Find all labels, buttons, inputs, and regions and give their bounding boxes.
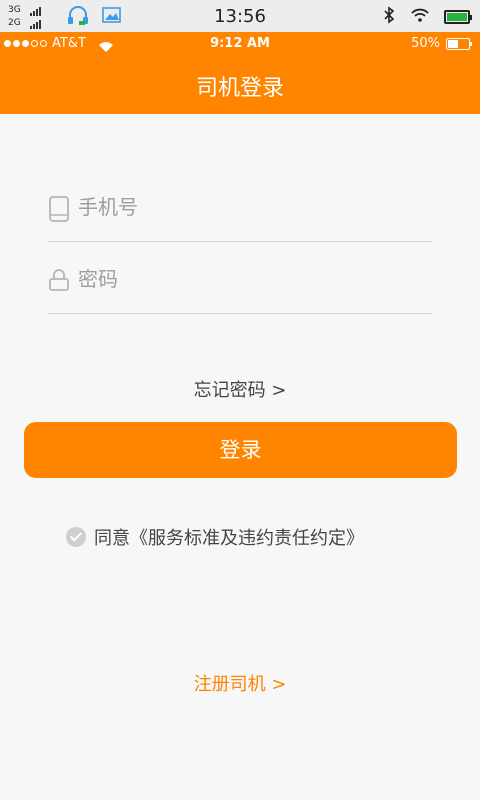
agreement-row[interactable]: 同意《服务标准及违约责任约定》	[66, 524, 364, 550]
system-status-bar: 3G 2G 13:56	[0, 0, 480, 32]
carrier-status-bar: AT&T 9:12 AM 50%	[0, 32, 480, 56]
battery-percent: 50%	[411, 36, 440, 51]
password-field	[48, 242, 432, 314]
wifi-icon	[410, 7, 430, 27]
phone-input[interactable]	[78, 192, 418, 222]
nav-bar: 司机登录	[0, 56, 480, 114]
phone-field	[48, 170, 432, 242]
login-button[interactable]: 登录	[24, 422, 457, 478]
agreement-text[interactable]: 同意《服务标准及违约责任约定》	[94, 524, 364, 550]
battery-icon	[446, 38, 472, 50]
password-input[interactable]	[78, 264, 418, 294]
check-icon[interactable]	[66, 527, 86, 547]
register-driver-link[interactable]: 注册司机 >	[0, 670, 480, 696]
page-title: 司机登录	[195, 76, 284, 101]
phone-icon	[48, 196, 70, 226]
forgot-password-link[interactable]: 忘记密码 >	[0, 376, 480, 402]
battery-icon	[444, 10, 472, 24]
lock-icon	[48, 268, 70, 296]
carrier-time: 9:12 AM	[210, 36, 270, 51]
bluetooth-icon	[382, 6, 396, 28]
